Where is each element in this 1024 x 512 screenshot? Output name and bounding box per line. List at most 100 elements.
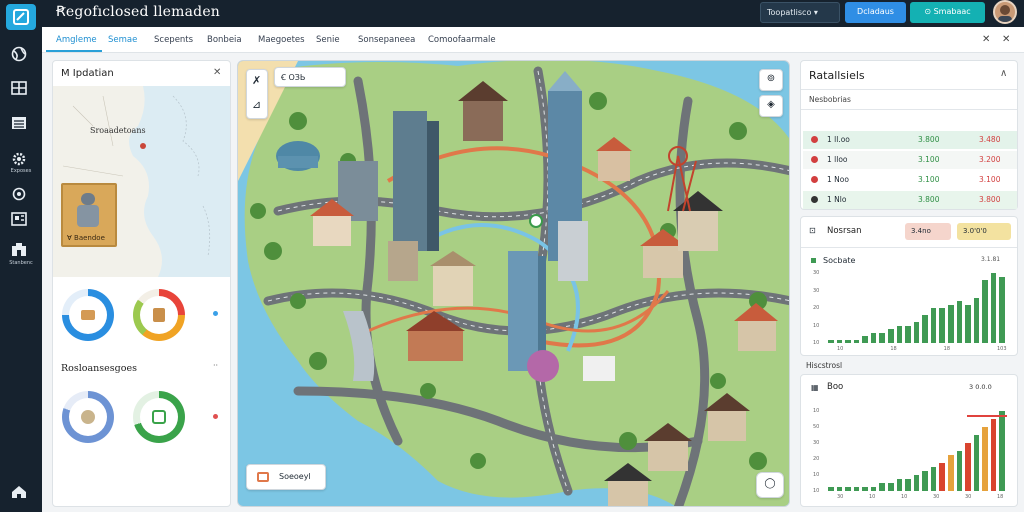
table-subtitle: Nesbobrias — [809, 95, 851, 104]
table-row[interactable]: 1 ll.oo 3.800 3.480 — [803, 131, 1017, 149]
y-tick-label: 20 — [813, 456, 820, 462]
tab-scepents[interactable]: Scepents — [154, 35, 193, 45]
chart-bar — [956, 451, 963, 491]
chart-bar — [845, 487, 851, 491]
zoom-icon[interactable]: ⊚ — [759, 69, 783, 91]
x-tick-label: 10 — [837, 346, 844, 352]
chart-bar — [828, 487, 834, 491]
avatar[interactable] — [993, 0, 1017, 24]
chart-bar — [845, 339, 851, 343]
close-icon[interactable]: ✕ — [213, 67, 221, 78]
y-tick-label: 30 — [813, 270, 820, 276]
y-tick-label: 10 — [813, 322, 820, 329]
layers-icon[interactable] — [10, 211, 32, 229]
primary-button[interactable]: Dcladaus — [845, 2, 906, 23]
tab-bonbeia[interactable]: Bonbeia — [207, 35, 242, 45]
table-row[interactable]: 1 lloo 3.100 3.200 — [803, 151, 1017, 169]
collapse-icon[interactable]: ∧ — [1000, 68, 1007, 79]
score-pill[interactable]: 3.4no — [905, 223, 951, 240]
grid-icon[interactable] — [10, 80, 32, 98]
progress-ring — [133, 289, 185, 341]
city-map-art[interactable] — [238, 61, 790, 507]
building-icon[interactable] — [10, 242, 32, 260]
tab-semae[interactable]: Semae — [108, 35, 137, 45]
app-logo-icon[interactable] — [6, 4, 36, 30]
list-icon[interactable] — [10, 115, 32, 133]
search-chip[interactable]: Ꞓ ОЗЬ — [274, 67, 346, 87]
row-name: 1 ll.oo — [827, 135, 850, 144]
more-icon[interactable]: ·· — [213, 361, 218, 370]
game-map[interactable]: ✗ ⊿ Ꞓ ОЗЬ ⊚ ◈ Soeoeyl ◯ — [237, 60, 790, 507]
sidebar-item-label: Exposes — [10, 168, 32, 174]
score-pill[interactable]: 3.0ꞌ0ꞌ0 — [957, 223, 1011, 240]
x-tick-label: 10 — [901, 494, 908, 500]
chart-bar — [965, 304, 971, 343]
measure-icon[interactable]: ⊿ — [252, 98, 261, 111]
compass-icon[interactable]: ✗ — [252, 74, 261, 87]
chart-bar — [905, 479, 911, 491]
panel-value: 3 0.0.0 — [969, 383, 992, 391]
map-tools: ✗ ⊿ — [246, 69, 268, 119]
x-tick-label: 10 — [869, 494, 876, 500]
panel-title: M Ipdatian — [61, 68, 114, 79]
chart-bar — [939, 308, 945, 343]
chart-bar — [862, 487, 868, 491]
section-title: Rosloansesgoes — [61, 363, 137, 374]
chart-bar — [879, 332, 885, 343]
chart-bar — [999, 276, 1005, 343]
chart-bar — [913, 322, 920, 343]
row-value-alt: 3.480 — [979, 135, 1001, 144]
chart-bar — [990, 273, 997, 343]
score-panel: ⊡ Nosrsan 3.4no 3.0ꞌ0ꞌ0 Socbate 3.1.81 3… — [800, 216, 1018, 356]
secondary-button[interactable]: ⊙ Smabaac — [910, 2, 985, 23]
row-icon — [811, 136, 818, 143]
chart-bar — [913, 475, 920, 491]
row-icon — [811, 196, 818, 203]
progress-ring — [133, 391, 185, 443]
table-row[interactable]: 1 Noo 3.100 3.100 — [803, 171, 1017, 189]
target-line — [967, 415, 1007, 417]
tab-sonsepaneea[interactable]: Sonsepaneea — [358, 35, 415, 45]
tab-maegoetes[interactable]: Maegoetes — [258, 35, 305, 45]
home-icon[interactable] — [10, 484, 32, 502]
layers-toggle-icon[interactable]: ◈ — [759, 95, 783, 117]
tab-strip: Amgleme Semae Scepents Bonbeia Maegoetes… — [42, 27, 1024, 53]
top-bar: Ꞧegofıclosed llemaden Toopatlisco ▾ Dcla… — [42, 0, 1024, 27]
globe-icon[interactable] — [10, 46, 32, 64]
chart-bar — [982, 427, 988, 491]
table-row[interactable]: 1 Nlo 3.800 3.800 — [803, 191, 1017, 209]
chat-icon[interactable]: ◯ — [756, 472, 784, 498]
info-panel: M Ipdatian ✕ Sroaadetoans Ɐ Baendoe Rosl… — [52, 60, 231, 507]
status-dot — [213, 311, 218, 316]
x-tick-label: 103 — [997, 346, 1007, 352]
y-tick-label: 10 — [813, 472, 820, 478]
chart-bar — [870, 332, 877, 343]
tab-amgleme[interactable]: Amgleme — [56, 35, 97, 45]
chart-bar — [888, 483, 894, 491]
y-tick-label: 10 — [813, 340, 820, 346]
chart-bar — [999, 411, 1005, 491]
unit-card[interactable]: Ɐ Baendoe — [61, 183, 117, 247]
flag-icon — [257, 472, 269, 482]
close-icon[interactable]: ✕ — [982, 34, 990, 45]
chart-bar — [930, 467, 937, 491]
gear-icon[interactable] — [10, 151, 32, 169]
legend-chip[interactable]: Soeoeyl — [246, 464, 326, 490]
chart-bar — [853, 339, 860, 343]
panel-title: Ratallsiels — [809, 69, 865, 82]
y-tick-label: 50 — [813, 424, 820, 430]
view-select[interactable]: Toopatlisco ▾ — [760, 2, 840, 23]
tab-comoofaarmale[interactable]: Comoofaarmale — [428, 35, 496, 45]
chart-bar — [853, 487, 860, 491]
chart-bar — [922, 315, 928, 343]
close-all-icon[interactable]: ✕ — [1002, 34, 1010, 45]
y-tick-label: 30 — [813, 440, 820, 446]
progress-ring — [62, 391, 114, 443]
x-tick-label: 30 — [837, 494, 844, 500]
chart-value: 3.1.81 — [981, 256, 1001, 263]
tab-senie[interactable]: Senie — [316, 35, 340, 45]
chart-bar — [836, 339, 843, 343]
target-icon[interactable] — [10, 186, 32, 204]
mini-map[interactable]: Sroaadetoans — [53, 86, 230, 277]
chart-bar — [922, 471, 928, 491]
